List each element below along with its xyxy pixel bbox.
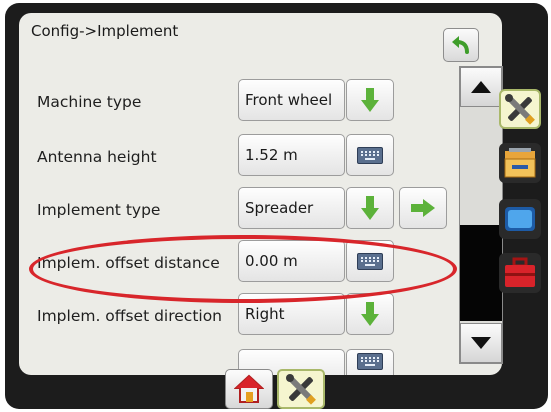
scroll-thumb[interactable]	[460, 225, 502, 321]
back-button[interactable]	[443, 28, 479, 62]
device-frame: Config->Implement Machine type Front whe…	[5, 3, 548, 409]
implement-type-value[interactable]: Spreader	[238, 187, 345, 229]
machine-type-dropdown-button[interactable]	[346, 79, 394, 121]
green-right-arrow-icon	[411, 199, 435, 217]
tools-icon	[505, 94, 535, 125]
side-tab-toolbox[interactable]	[499, 253, 541, 293]
antenna-height-value[interactable]: 1.52 m	[238, 134, 345, 176]
keyboard-icon	[357, 252, 383, 270]
keyboard-icon	[357, 352, 383, 370]
offset-distance-value[interactable]: 0.00 m	[238, 240, 345, 282]
antenna-height-label: Antenna height	[37, 148, 157, 166]
side-tab-screen[interactable]	[499, 199, 541, 239]
offset-distance-keyboard-button[interactable]	[346, 240, 394, 282]
offset-direction-label: Implem. offset direction	[37, 307, 223, 325]
scroll-up-button[interactable]	[460, 67, 502, 107]
bottom-tab-config[interactable]	[277, 369, 325, 409]
toolbox-icon	[505, 257, 535, 287]
undo-arrow-icon	[452, 36, 469, 54]
implement-type-label: Implement type	[37, 201, 161, 219]
implement-type-dropdown-button[interactable]	[346, 187, 394, 229]
green-down-arrow-icon	[361, 88, 379, 112]
offset-direction-value[interactable]: Right	[238, 293, 345, 335]
scroll-down-button[interactable]	[460, 323, 502, 363]
machine-type-label: Machine type	[37, 93, 142, 111]
triangle-up-icon	[471, 81, 491, 93]
green-down-arrow-icon	[361, 302, 379, 326]
offset-direction-dropdown-button[interactable]	[346, 293, 394, 335]
console-icon	[504, 148, 536, 178]
scrollbar[interactable]	[459, 66, 503, 364]
keyboard-icon	[357, 146, 383, 164]
tools-icon	[286, 374, 316, 405]
breadcrumb: Config->Implement	[31, 22, 179, 40]
machine-type-value[interactable]: Front wheel	[238, 79, 345, 121]
side-tab-console[interactable]	[499, 143, 541, 183]
implement-type-next-button[interactable]	[399, 187, 447, 229]
config-panel: Config->Implement Machine type Front whe…	[19, 13, 503, 375]
home-icon	[234, 374, 264, 403]
green-down-arrow-icon	[361, 196, 379, 220]
offset-distance-label: Implem. offset distance	[37, 254, 220, 272]
clipped-row-keyboard-button[interactable]	[346, 349, 394, 375]
triangle-down-icon	[471, 337, 491, 349]
bottom-tab-home[interactable]	[225, 369, 273, 409]
side-tab-config[interactable]	[499, 89, 541, 129]
antenna-height-keyboard-button[interactable]	[346, 134, 394, 176]
screen-icon	[505, 207, 535, 231]
